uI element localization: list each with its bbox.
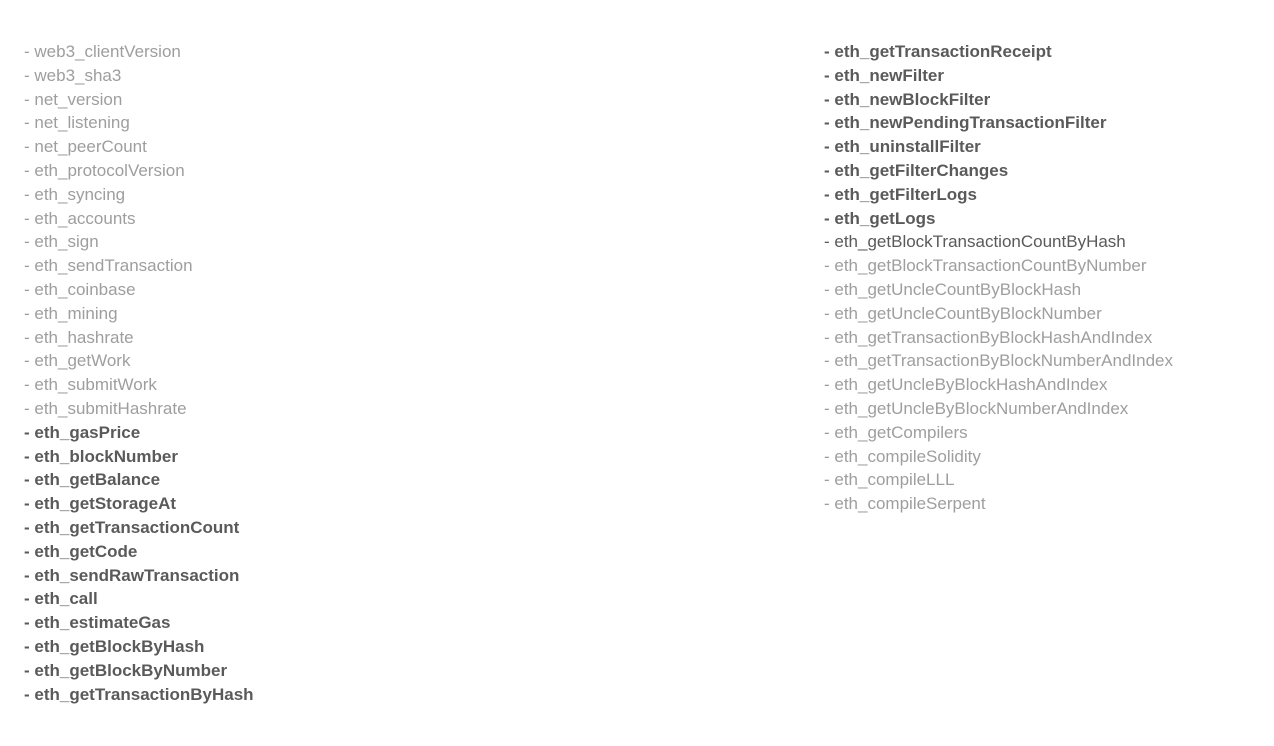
list-item: - eth_submitHashrate — [24, 397, 824, 421]
list-item: - eth_accounts — [24, 207, 824, 231]
list-item: - eth_getUncleByBlockHashAndIndex — [824, 373, 1254, 397]
list-item: - eth_getBlockTransactionCountByHash — [824, 230, 1254, 254]
list-item: - eth_getUncleByBlockNumberAndIndex — [824, 397, 1254, 421]
list-item: - eth_getTransactionByHash — [24, 683, 824, 707]
list-item: - eth_getStorageAt — [24, 492, 824, 516]
list-item: - eth_getBlockByNumber — [24, 659, 824, 683]
list-item: - eth_getBalance — [24, 468, 824, 492]
list-item: - eth_getTransactionByBlockHashAndIndex — [824, 326, 1254, 350]
list-item: - eth_getTransactionCount — [24, 516, 824, 540]
list-item: - net_peerCount — [24, 135, 824, 159]
list-item: - eth_blockNumber — [24, 445, 824, 469]
list-item: - eth_mining — [24, 302, 824, 326]
list-item: - eth_getLogs — [824, 207, 1254, 231]
list-item: - eth_getTransactionByBlockNumberAndInde… — [824, 349, 1254, 373]
list-item: - eth_getFilterLogs — [824, 183, 1254, 207]
list-item: - eth_getBlockTransactionCountByNumber — [824, 254, 1254, 278]
list-item: - web3_clientVersion — [24, 40, 824, 64]
list-item: - eth_compileLLL — [824, 468, 1254, 492]
list-item: - eth_getWork — [24, 349, 824, 373]
list-item: - eth_getUncleCountByBlockNumber — [824, 302, 1254, 326]
list-item: - eth_getBlockByHash — [24, 635, 824, 659]
left-column: - web3_clientVersion- web3_sha3- net_ver… — [24, 40, 824, 706]
list-item: - eth_submitWork — [24, 373, 824, 397]
list-item: - eth_compileSerpent — [824, 492, 1254, 516]
list-item: - eth_newPendingTransactionFilter — [824, 111, 1254, 135]
list-item: - eth_getTransactionReceipt — [824, 40, 1254, 64]
list-item: - eth_getCode — [24, 540, 824, 564]
list-item: - eth_protocolVersion — [24, 159, 824, 183]
api-method-columns: - web3_clientVersion- web3_sha3- net_ver… — [24, 40, 1250, 706]
list-item: - eth_newFilter — [824, 64, 1254, 88]
list-item: - eth_getUncleCountByBlockHash — [824, 278, 1254, 302]
list-item: - eth_compileSolidity — [824, 445, 1254, 469]
list-item: - eth_gasPrice — [24, 421, 824, 445]
list-item: - eth_newBlockFilter — [824, 88, 1254, 112]
list-item: - eth_estimateGas — [24, 611, 824, 635]
list-item: - eth_syncing — [24, 183, 824, 207]
list-item: - net_version — [24, 88, 824, 112]
list-item: - net_listening — [24, 111, 824, 135]
list-item: - eth_call — [24, 587, 824, 611]
list-item: - web3_sha3 — [24, 64, 824, 88]
list-item: - eth_sendRawTransaction — [24, 564, 824, 588]
list-item: - eth_sendTransaction — [24, 254, 824, 278]
list-item: - eth_sign — [24, 230, 824, 254]
list-item: - eth_getCompilers — [824, 421, 1254, 445]
list-item: - eth_hashrate — [24, 326, 824, 350]
list-item: - eth_uninstallFilter — [824, 135, 1254, 159]
list-item: - eth_coinbase — [24, 278, 824, 302]
list-item: - eth_getFilterChanges — [824, 159, 1254, 183]
right-column: - eth_getTransactionReceipt- eth_newFilt… — [824, 40, 1254, 706]
